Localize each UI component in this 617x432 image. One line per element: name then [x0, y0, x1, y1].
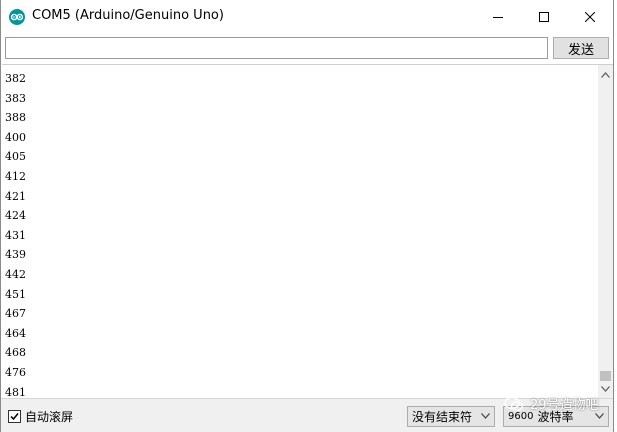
output-line: 468 — [5, 346, 26, 360]
checkmark-icon — [10, 413, 19, 421]
chevron-down-icon — [601, 386, 610, 392]
chevron-down-icon — [481, 413, 490, 419]
watermark-text: 29号造物吧 — [530, 398, 599, 413]
scroll-thumb[interactable] — [600, 371, 611, 381]
send-button[interactable]: 发送 — [553, 37, 609, 59]
output-line: 467 — [5, 307, 26, 321]
output-line: 476 — [5, 365, 26, 379]
output-lines: 382 383 388 400 405 412 421 424 431 439 442 451 467 4… — [5, 69, 26, 398]
close-button[interactable] — [567, 0, 613, 34]
watermark: 29号造物吧 — [504, 394, 599, 413]
output-line: 405 — [5, 150, 26, 164]
output-line: 400 — [5, 130, 26, 144]
minimize-icon — [493, 17, 503, 18]
output-line: 481 — [5, 385, 26, 399]
arduino-logo-icon — [9, 9, 25, 25]
output-line: 383 — [5, 91, 26, 105]
autoscroll-toggle[interactable]: 自动滚屏 — [8, 408, 73, 425]
chevron-up-icon — [601, 72, 610, 78]
chevron-down-icon — [595, 413, 604, 419]
window-title: COM5 (Arduino/Genuino Uno) — [32, 8, 224, 23]
wechat-icon — [504, 396, 524, 411]
output-line: 431 — [5, 228, 26, 242]
output-line: 439 — [5, 248, 26, 262]
scroll-up-button[interactable] — [598, 67, 613, 83]
maximize-icon — [539, 12, 549, 22]
output-line: 424 — [5, 209, 26, 223]
output-line: 442 — [5, 267, 26, 281]
serial-monitor-window: COM5 (Arduino/Genuino Uno) 发送 382 383 388 4… — [0, 0, 614, 432]
send-row: 发送 — [1, 34, 613, 64]
autoscroll-label: 自动滚屏 — [25, 410, 74, 424]
autoscroll-checkbox[interactable] — [8, 410, 21, 423]
title-bar[interactable]: COM5 (Arduino/Genuino Uno) — [1, 0, 613, 34]
output-line: 421 — [5, 189, 26, 203]
output-line: 412 — [5, 169, 26, 183]
close-icon — [585, 12, 595, 22]
line-ending-value: 没有结束符 — [412, 410, 473, 424]
output-line: 464 — [5, 326, 26, 340]
minimize-button[interactable] — [475, 0, 521, 34]
line-ending-select[interactable]: 没有结束符 — [407, 406, 495, 427]
output-line: 382 — [5, 72, 26, 85]
output-line: 388 — [5, 111, 26, 125]
maximize-button[interactable] — [521, 0, 567, 34]
send-input[interactable] — [5, 37, 548, 59]
serial-output[interactable]: 382 383 388 400 405 412 421 424 431 439 442 451 467 4… — [2, 64, 598, 398]
output-line: 451 — [5, 287, 26, 301]
vertical-scrollbar[interactable] — [598, 64, 613, 398]
scroll-down-button[interactable] — [598, 381, 613, 397]
